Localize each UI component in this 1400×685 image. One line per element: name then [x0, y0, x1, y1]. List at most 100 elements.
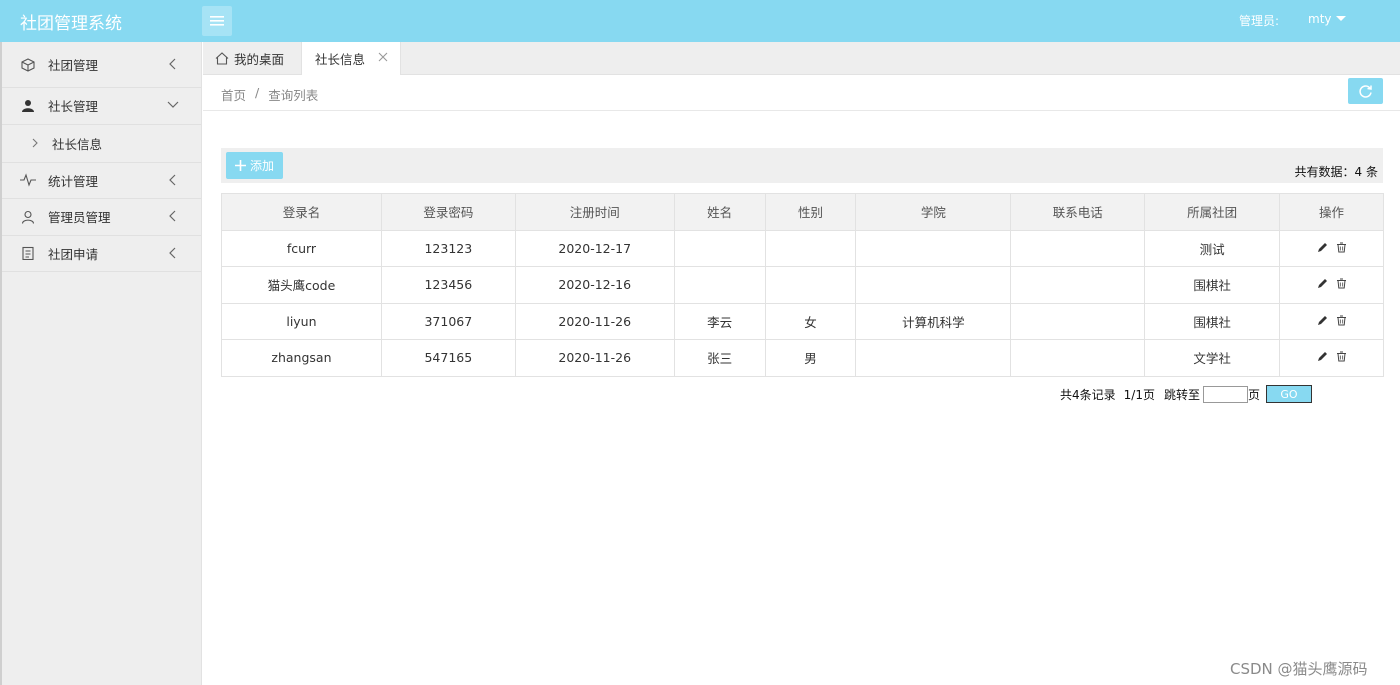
- person-outline-icon: [20, 209, 36, 225]
- sidebar-item-club-application[interactable]: 社团申请: [2, 236, 201, 272]
- column-header: 姓名: [673, 193, 766, 231]
- table-row: 猫头鹰code 123456 2020-12-16 围棋社: [221, 266, 1384, 304]
- pager-page-unit: 页: [1247, 387, 1260, 402]
- tab-president-info[interactable]: 社长信息: [301, 42, 401, 75]
- cell-gender: 女: [764, 302, 857, 340]
- cell-password: 123123: [380, 229, 516, 267]
- cell-club: 测试: [1144, 229, 1281, 267]
- cell-name: 张三: [673, 339, 766, 377]
- trash-icon[interactable]: [1336, 315, 1347, 326]
- column-header: 注册时间: [514, 193, 675, 231]
- watermark: CSDN @猫头鹰源码: [1230, 660, 1368, 678]
- table-row: fcurr 123123 2020-12-17 测试: [221, 229, 1384, 267]
- chevron-left-icon: [169, 210, 176, 222]
- breadcrumb-current: 查询列表: [268, 88, 319, 103]
- cell-college: 计算机科学: [855, 302, 1012, 340]
- edit-icon[interactable]: [1317, 315, 1328, 326]
- cell-name: 李云: [673, 302, 766, 340]
- cell-login-name: fcurr: [221, 229, 382, 267]
- sidebar-item-president-management[interactable]: 社长管理: [2, 88, 201, 125]
- admin-label: 管理员:: [1239, 14, 1280, 28]
- cell-college: [855, 229, 1012, 267]
- refresh-icon: [1359, 84, 1372, 98]
- chevron-left-icon: [169, 58, 176, 70]
- cell-register-date: 2020-12-16: [514, 266, 675, 304]
- cell-password: 371067: [380, 302, 516, 340]
- pager-records: 共4条记录: [1060, 387, 1116, 402]
- go-button[interactable]: GO: [1266, 385, 1312, 403]
- trash-icon[interactable]: [1336, 242, 1347, 253]
- pagination: 共4条记录 1/1页 跳转至 页 GO: [1060, 385, 1312, 403]
- pager-pages: 1/1页: [1123, 387, 1155, 402]
- page-jump-input[interactable]: [1202, 385, 1248, 403]
- tab-bar: 我的桌面 社长信息: [203, 42, 1400, 75]
- column-header: 操作: [1279, 193, 1384, 231]
- sidebar-item-label: 社团管理: [48, 58, 99, 73]
- cell-college: [855, 339, 1012, 377]
- cell-register-date: 2020-11-26: [514, 339, 675, 377]
- clipboard-icon: [20, 245, 36, 261]
- menu-toggle-button[interactable]: [202, 6, 232, 36]
- column-header: 登录密码: [380, 193, 516, 231]
- cell-actions: [1279, 339, 1384, 377]
- cell-register-date: 2020-11-26: [514, 302, 675, 340]
- breadcrumb-home[interactable]: 首页: [221, 85, 246, 104]
- sidebar-item-label: 管理员管理: [48, 210, 111, 226]
- breadcrumb-separator: /: [255, 85, 260, 100]
- tab-label: 社长信息: [315, 52, 366, 67]
- sidebar-item-statistics-management[interactable]: 统计管理: [2, 163, 201, 199]
- edit-icon[interactable]: [1317, 242, 1328, 253]
- sidebar-item-club-management[interactable]: 社团管理: [2, 42, 201, 88]
- cell-phone: [1010, 339, 1146, 377]
- admin-username: mty: [1308, 12, 1332, 26]
- cell-actions: [1279, 229, 1384, 267]
- column-header: 所属社团: [1144, 193, 1281, 231]
- add-button[interactable]: 添加: [226, 152, 283, 179]
- pager-jump-label: 跳转至: [1163, 387, 1200, 402]
- cell-club: 围棋社: [1144, 302, 1281, 340]
- sidebar-subitem-president-info[interactable]: 社长信息: [2, 125, 201, 163]
- sidebar-item-label: 社团申请: [48, 246, 99, 262]
- cell-club: 围棋社: [1144, 266, 1281, 304]
- pulse-icon: [20, 172, 36, 188]
- cell-phone: [1010, 266, 1146, 304]
- president-table: 登录名 登录密码 注册时间 姓名 性别 学院 联系电话 所属社团 操作 fcur…: [221, 193, 1384, 377]
- trash-icon[interactable]: [1336, 351, 1347, 362]
- cell-gender: 男: [764, 339, 857, 377]
- column-header: 性别: [764, 193, 857, 231]
- column-header: 登录名: [221, 193, 382, 231]
- cell-club: 文学社: [1144, 339, 1281, 377]
- table-row: liyun 371067 2020-11-26 李云 女 计算机科学 围棋社: [221, 302, 1384, 340]
- home-icon: [215, 52, 229, 65]
- column-header: 学院: [855, 193, 1012, 231]
- add-button-label: 添加: [249, 159, 274, 173]
- trash-icon[interactable]: [1336, 278, 1347, 289]
- sidebar-item-label: 社长管理: [48, 99, 99, 115]
- cube-icon: [20, 57, 36, 73]
- top-bar: 社团管理系统 管理员: mty: [0, 0, 1400, 42]
- cell-register-date: 2020-12-17: [514, 229, 675, 267]
- total-count: 共有数据：4 条: [1294, 165, 1378, 179]
- admin-user-dropdown[interactable]: mty: [1308, 12, 1346, 26]
- cell-login-name: liyun: [221, 302, 382, 340]
- sidebar-item-admin-management[interactable]: 管理员管理: [2, 199, 201, 236]
- tab-label: 我的桌面: [234, 52, 285, 67]
- chevron-down-icon: [167, 101, 179, 108]
- chevron-left-icon: [169, 174, 176, 185]
- chevron-left-icon: [169, 247, 176, 258]
- close-icon[interactable]: [378, 52, 388, 62]
- tab-my-desktop[interactable]: 我的桌面: [215, 42, 284, 75]
- sidebar-subitem-label: 社长信息: [52, 136, 103, 152]
- cell-login-name: zhangsan: [221, 339, 382, 377]
- column-header: 联系电话: [1010, 193, 1146, 231]
- list-toolbar: 添加 共有数据：4 条: [221, 148, 1383, 183]
- cell-name: [673, 229, 766, 267]
- sidebar-item-label: 统计管理: [48, 173, 99, 189]
- cell-actions: [1279, 266, 1384, 304]
- cell-login-name: 猫头鹰code: [221, 266, 382, 304]
- divider: [203, 110, 1400, 111]
- edit-icon[interactable]: [1317, 278, 1328, 289]
- refresh-button[interactable]: [1348, 78, 1383, 104]
- plus-icon: [234, 160, 246, 171]
- edit-icon[interactable]: [1317, 351, 1328, 362]
